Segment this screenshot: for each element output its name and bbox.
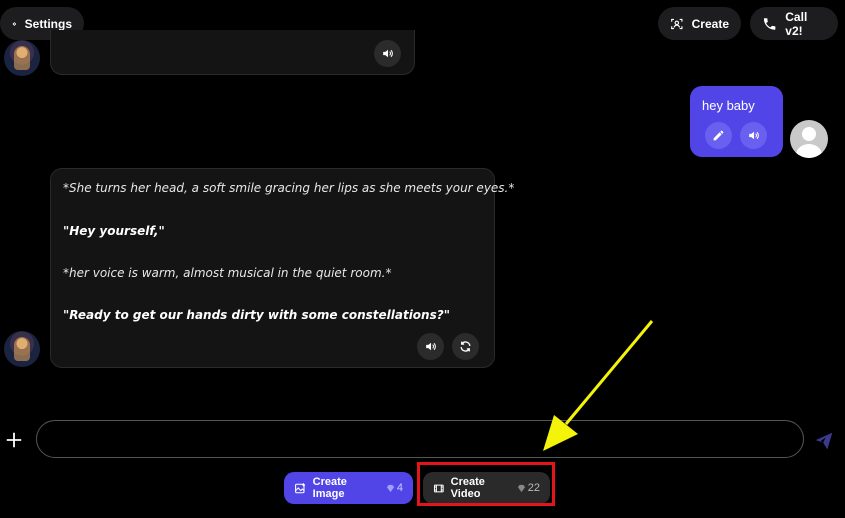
regenerate-button[interactable] [452,333,479,360]
user-message-text: hey baby [702,98,755,113]
message-input[interactable] [36,420,804,458]
create-button[interactable]: Create [658,7,741,40]
speak-button[interactable] [740,122,767,149]
person-frame-icon [671,18,683,29]
ai-avatar [4,40,40,76]
create-image-cost: 4 [386,482,403,494]
edit-button[interactable] [705,122,732,149]
plus-icon [6,432,22,448]
speaker-icon [426,342,436,351]
speaker-icon [749,131,759,140]
send-button[interactable] [814,431,834,451]
ai-message: *She turns her head, a soft smile gracin… [50,168,514,368]
pencil-icon [713,130,724,141]
gem-icon [386,484,394,492]
ai-message-previous [50,30,415,75]
speak-button[interactable] [374,40,401,67]
message-line: *She turns her head, a soft smile gracin… [63,181,515,195]
message-line: "Ready to get our hands dirty with some … [63,308,450,322]
speak-button[interactable] [417,333,444,360]
send-icon [815,432,833,450]
ai-avatar [4,331,40,367]
call-button[interactable]: Call v2! [750,7,838,40]
call-label: Call v2! [785,9,808,38]
create-image-cost-value: 4 [396,482,403,494]
message-line: "Hey yourself," [63,224,165,238]
user-message: hey baby [690,86,783,157]
create-image-button[interactable]: Create Image 4 [284,472,413,504]
image-plus-icon [295,482,306,493]
add-attachment-button[interactable] [5,431,23,449]
phone-icon [763,17,776,30]
message-line: *her voice is warm, almost musical in th… [63,266,392,280]
gear-icon [12,21,16,26]
highlight-box [417,462,555,506]
refresh-icon [460,341,471,352]
settings-label: Settings [24,16,72,31]
create-label: Create [691,16,729,31]
user-avatar [790,120,828,158]
create-image-label: Create Image [312,476,347,500]
speaker-icon [383,49,393,58]
